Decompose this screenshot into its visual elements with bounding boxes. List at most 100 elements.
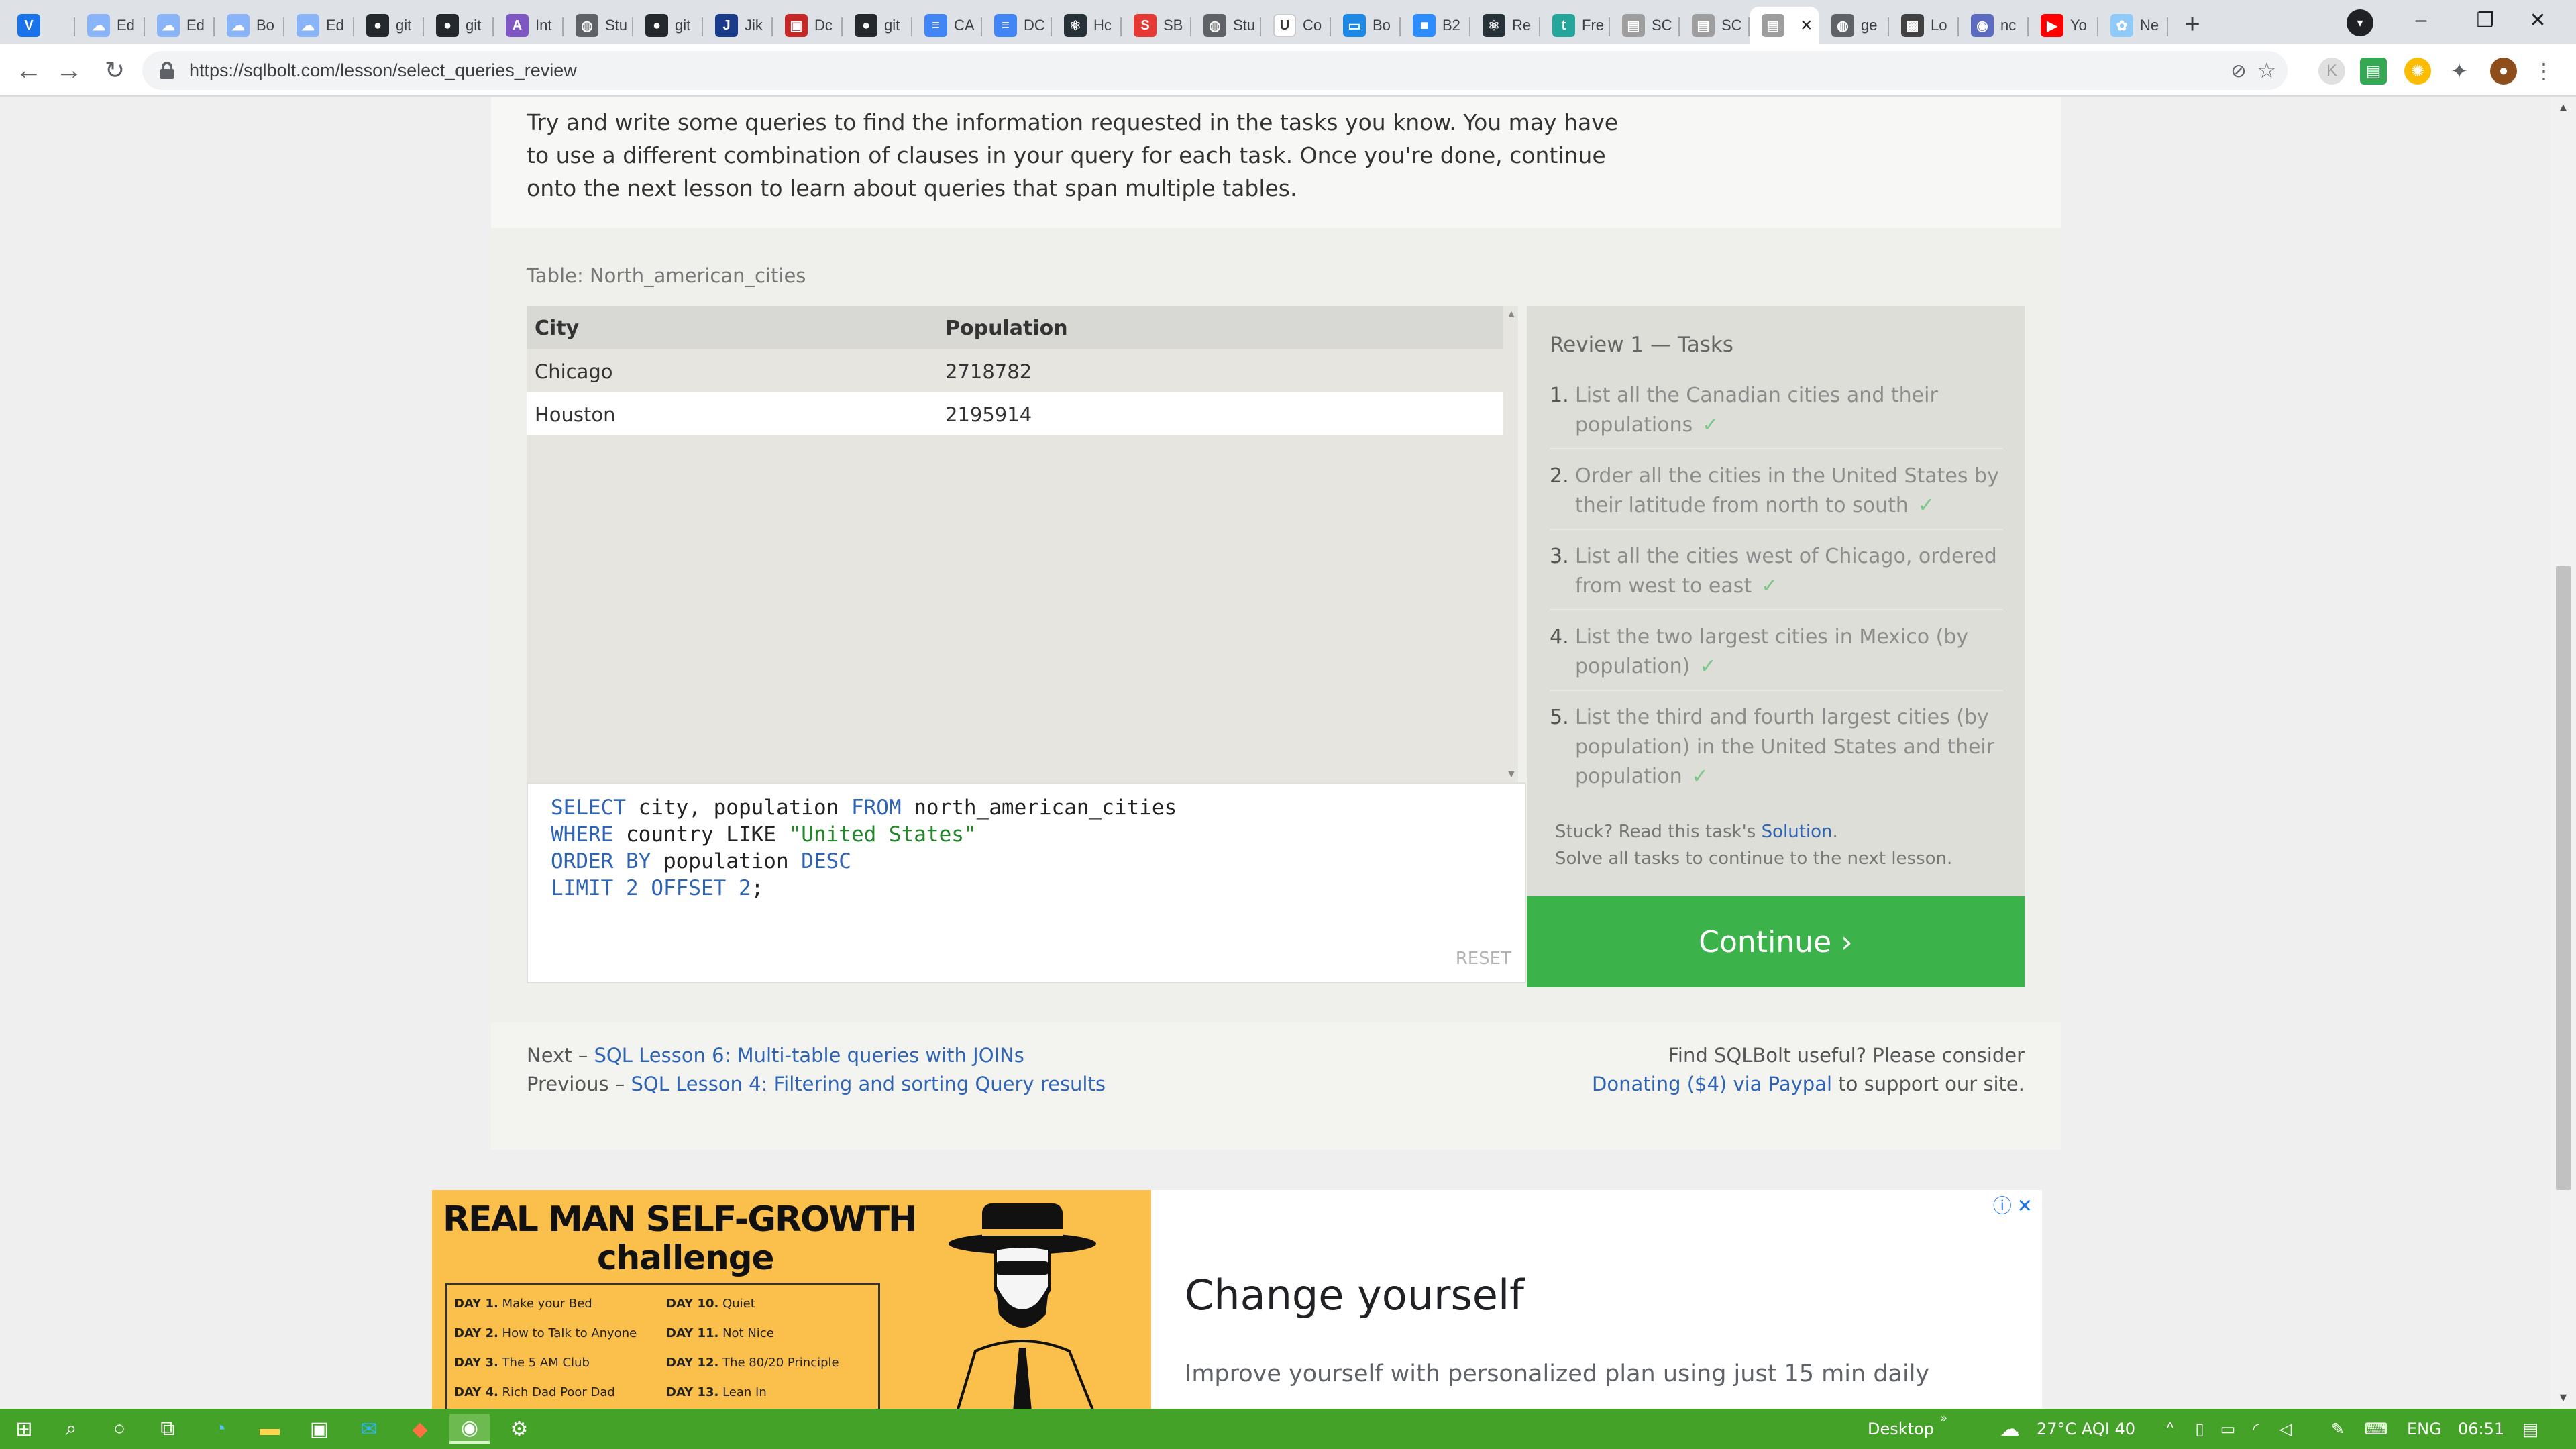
extensions-puzzle-icon[interactable]: ✦ bbox=[2446, 58, 2473, 85]
chevron-up-icon[interactable]: ^ bbox=[2160, 1414, 2180, 1444]
page-scrollbar[interactable]: ▲ ▼ bbox=[2551, 97, 2576, 1409]
bookmark-star-icon[interactable]: ☆ bbox=[2254, 58, 2279, 83]
tab[interactable]: ● git bbox=[424, 7, 494, 44]
cortana-icon[interactable]: ○ bbox=[105, 1414, 134, 1444]
volume-icon[interactable]: ◁ bbox=[2274, 1414, 2297, 1444]
wifi-icon[interactable]: ◜ bbox=[2245, 1414, 2267, 1444]
tab-title: SC bbox=[1652, 17, 1672, 34]
weather-text[interactable]: 27°C AQI 40 bbox=[2037, 1419, 2135, 1438]
address-bar[interactable]: https://sqlbolt.com/lesson/select_querie… bbox=[142, 51, 2288, 90]
code-line[interactable]: WHERE country LIKE "United States" bbox=[551, 821, 1177, 848]
ad-image[interactable]: REAL MAN SELF-GROWTH challenge DAY 1. Ma… bbox=[432, 1190, 1151, 1409]
task-item: 2. Order all the cities in the United St… bbox=[1550, 458, 2003, 530]
tab[interactable]: ≡ CA bbox=[912, 7, 982, 44]
forward-button[interactable]: → bbox=[51, 52, 87, 89]
solution-link[interactable]: Solution bbox=[1762, 822, 1833, 842]
tasks-panel: Review 1 — Tasks 1. List all the Canadia… bbox=[1527, 306, 2025, 896]
tab[interactable]: ● git bbox=[354, 7, 424, 44]
donate-link[interactable]: Donating ($4) via Paypal bbox=[1592, 1073, 1832, 1095]
scroll-down-icon[interactable]: ▼ bbox=[2557, 1391, 2569, 1405]
tab[interactable]: ✿ Ne bbox=[2098, 7, 2168, 44]
tab[interactable]: ☁ Ed bbox=[145, 7, 215, 44]
reload-button[interactable]: ↻ bbox=[97, 52, 133, 89]
results-scrollbar[interactable]: ▲ ▼ bbox=[1503, 306, 1518, 784]
tab[interactable]: U Co bbox=[1261, 7, 1331, 44]
tab[interactable]: ◍ ge bbox=[1819, 7, 1889, 44]
chrome-icon[interactable]: ◉ bbox=[449, 1414, 490, 1444]
tab[interactable]: S SB bbox=[1122, 7, 1191, 44]
query-code[interactable]: SELECT city, population FROM north_ameri… bbox=[551, 794, 1177, 902]
chevron-right-icon[interactable]: » bbox=[1940, 1411, 1947, 1426]
extension-k-icon[interactable]: K bbox=[2318, 58, 2345, 85]
tab[interactable]: ▣ Dc bbox=[773, 7, 843, 44]
advertisement[interactable]: REAL MAN SELF-GROWTH challenge DAY 1. Ma… bbox=[432, 1190, 2042, 1409]
close-window-button[interactable]: ✕ bbox=[2500, 0, 2576, 40]
weather-icon[interactable]: ☁ bbox=[1996, 1414, 2023, 1444]
tab[interactable]: A Int bbox=[494, 7, 564, 44]
profile-avatar[interactable]: ● bbox=[2490, 58, 2517, 85]
edge-icon[interactable]: ◔ bbox=[205, 1414, 235, 1444]
mail-icon[interactable]: ✉ bbox=[354, 1414, 384, 1444]
ad-title[interactable]: Change yourself bbox=[1185, 1271, 1524, 1320]
tab[interactable]: J Jik bbox=[703, 7, 773, 44]
app-icon[interactable]: ◆ bbox=[405, 1414, 435, 1444]
continue-button[interactable]: Continue › bbox=[1527, 896, 2025, 987]
close-tab-icon[interactable]: × bbox=[1801, 14, 1813, 37]
tab[interactable]: ☁ Ed bbox=[284, 7, 354, 44]
tab[interactable]: ▭ Bo bbox=[1331, 7, 1401, 44]
back-button[interactable]: ← bbox=[11, 52, 47, 89]
tracking-blocked-icon[interactable]: ⊘ bbox=[2226, 58, 2251, 83]
tab[interactable]: ▶ Yo bbox=[2029, 7, 2098, 44]
previous-lesson-link[interactable]: SQL Lesson 4: Filtering and sorting Quer… bbox=[631, 1073, 1106, 1095]
ad-day-num: DAY 10. bbox=[666, 1297, 719, 1311]
scroll-down-icon[interactable]: ▼ bbox=[1506, 769, 1517, 781]
tab[interactable]: ◍ Stu bbox=[564, 7, 633, 44]
menu-kebab-icon[interactable]: ⋮ bbox=[2530, 58, 2557, 85]
keyboard-icon[interactable]: ⌨ bbox=[2361, 1414, 2391, 1444]
desktop-toolbar-label[interactable]: Desktop bbox=[1868, 1419, 1934, 1438]
tab[interactable]: ● git bbox=[633, 7, 703, 44]
store-icon[interactable]: ▣ bbox=[305, 1414, 334, 1444]
notifications-icon[interactable]: ▤ bbox=[2517, 1414, 2544, 1444]
extension-printer-icon[interactable]: ▤ bbox=[2360, 58, 2387, 85]
tab[interactable]: ⚛ Hc bbox=[1052, 7, 1122, 44]
tab[interactable]: ☁ Bo bbox=[215, 7, 284, 44]
tab[interactable]: ☁ Ed bbox=[75, 7, 145, 44]
task-view-icon[interactable]: ⧉ bbox=[153, 1414, 182, 1444]
next-lesson-link[interactable]: SQL Lesson 6: Multi-table queries with J… bbox=[594, 1044, 1024, 1067]
tab[interactable]: ● git bbox=[843, 7, 912, 44]
tab[interactable]: t Fre bbox=[1540, 7, 1610, 44]
pen-icon[interactable]: ✎ bbox=[2326, 1414, 2349, 1444]
windows-start-icon[interactable]: ⊞ bbox=[9, 1414, 39, 1444]
new-tab-button[interactable]: + bbox=[2174, 5, 2211, 43]
battery-icon[interactable]: ▭ bbox=[2216, 1414, 2239, 1444]
scrollbar-thumb[interactable] bbox=[2556, 566, 2571, 1190]
search-icon[interactable]: ⌕ bbox=[56, 1414, 86, 1444]
tab[interactable]: ■ B2 bbox=[1401, 7, 1470, 44]
tab[interactable]: ⚛ Re bbox=[1470, 7, 1540, 44]
tab-active[interactable]: ▤ × bbox=[1750, 7, 1819, 44]
file-explorer-icon[interactable]: ▬ bbox=[255, 1414, 284, 1444]
code-line[interactable]: LIMIT 2 OFFSET 2; bbox=[551, 875, 1177, 902]
clock[interactable]: 06:51 bbox=[2458, 1419, 2504, 1438]
tab[interactable]: ▤ SC bbox=[1680, 7, 1750, 44]
code-line[interactable]: SELECT city, population FROM north_ameri… bbox=[551, 794, 1177, 821]
language-indicator[interactable]: ENG bbox=[2407, 1419, 2442, 1438]
tab[interactable]: ◉ nc bbox=[1959, 7, 2029, 44]
reset-button[interactable]: RESET bbox=[1456, 949, 1511, 969]
tab[interactable]: ◍ Stu bbox=[1191, 7, 1261, 44]
tab[interactable]: ≡ DC bbox=[982, 7, 1052, 44]
tray-icon[interactable]: ▯ bbox=[2190, 1414, 2210, 1444]
app-icon[interactable]: ⚙ bbox=[504, 1414, 534, 1444]
tab[interactable]: ▤ SC bbox=[1610, 7, 1680, 44]
scroll-up-icon[interactable]: ▲ bbox=[2557, 101, 2569, 115]
ad-choices-icon[interactable]: ⓘ ✕ bbox=[1993, 1191, 2033, 1218]
tab[interactable]: V bbox=[5, 7, 75, 44]
column-header-population: Population bbox=[945, 317, 1068, 340]
sql-query-editor[interactable]: SELECT city, population FROM north_ameri… bbox=[527, 782, 1526, 983]
extension-wheel-icon[interactable]: ✺ bbox=[2404, 58, 2431, 85]
scroll-up-icon[interactable]: ▲ bbox=[1506, 309, 1517, 321]
tab[interactable]: ▩ Lo bbox=[1889, 7, 1959, 44]
tab-search-icon[interactable]: ▾ bbox=[2347, 9, 2373, 36]
code-line[interactable]: ORDER BY population DESC bbox=[551, 848, 1177, 875]
